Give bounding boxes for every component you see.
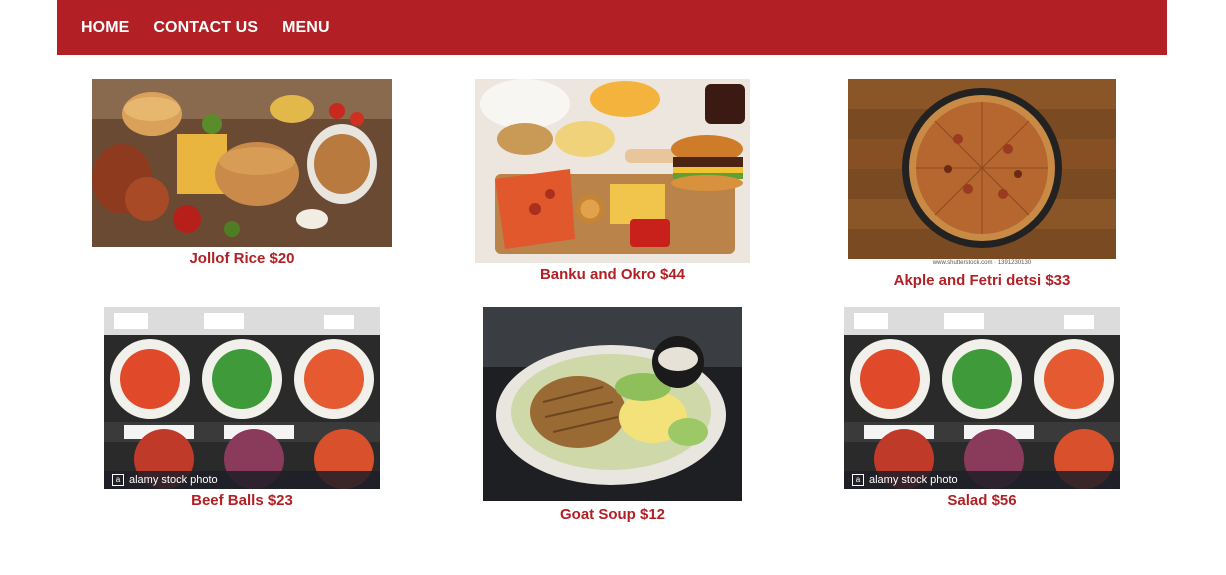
fast-food-platter-photo[interactable] <box>92 79 392 247</box>
menu-card-beef-balls: a alamy stock photo Beef Balls $23 <box>104 307 380 509</box>
watermark-text: alamy stock photo <box>869 474 958 486</box>
menu-item-caption: Banku and Okro $44 <box>539 266 686 283</box>
nav-home-link[interactable]: HOME <box>81 19 129 37</box>
snacks-board-photo[interactable] <box>475 79 750 263</box>
stock-logo-icon: a <box>852 474 864 486</box>
stock-photo-watermark: a alamy stock photo <box>104 471 380 489</box>
nav-menu-link[interactable]: MENU <box>282 19 330 37</box>
shutterstock-watermark: www.shutterstock.com · 1391230130 <box>848 259 1116 267</box>
chicken-salad-photo[interactable] <box>483 307 742 501</box>
nav-contact-us-link[interactable]: CONTACT US <box>153 19 258 37</box>
pizza-photo[interactable]: www.shutterstock.com · 1391230130 <box>848 79 1116 267</box>
menu-item-caption: Beef Balls $23 <box>191 492 293 509</box>
stock-photo-watermark: a alamy stock photo <box>844 471 1120 489</box>
top-nav-bar: HOME CONTACT US MENU <box>57 0 1167 55</box>
menu-card-banku-and-okro: Banku and Okro $44 <box>475 79 750 283</box>
menu-item-caption: Salad $56 <box>947 492 1017 509</box>
menu-card-jollof-rice: Jollof Rice $20 <box>92 79 392 267</box>
menu-card-akple-and-fetri-detsi: www.shutterstock.com · 1391230130 Akple … <box>848 79 1116 289</box>
menu-card-goat-soup: Goat Soup $12 <box>483 307 742 523</box>
food-display-photo[interactable]: a alamy stock photo <box>104 307 380 489</box>
food-display-photo[interactable]: a alamy stock photo <box>844 307 1120 489</box>
menu-card-salad: a alamy stock photo Salad $56 <box>844 307 1120 509</box>
menu-item-caption: Goat Soup $12 <box>559 506 666 523</box>
stock-logo-icon: a <box>112 474 124 486</box>
menu-item-caption: Jollof Rice $20 <box>189 250 295 267</box>
watermark-text: alamy stock photo <box>129 474 218 486</box>
menu-item-caption: Akple and Fetri detsi $33 <box>893 272 1071 289</box>
